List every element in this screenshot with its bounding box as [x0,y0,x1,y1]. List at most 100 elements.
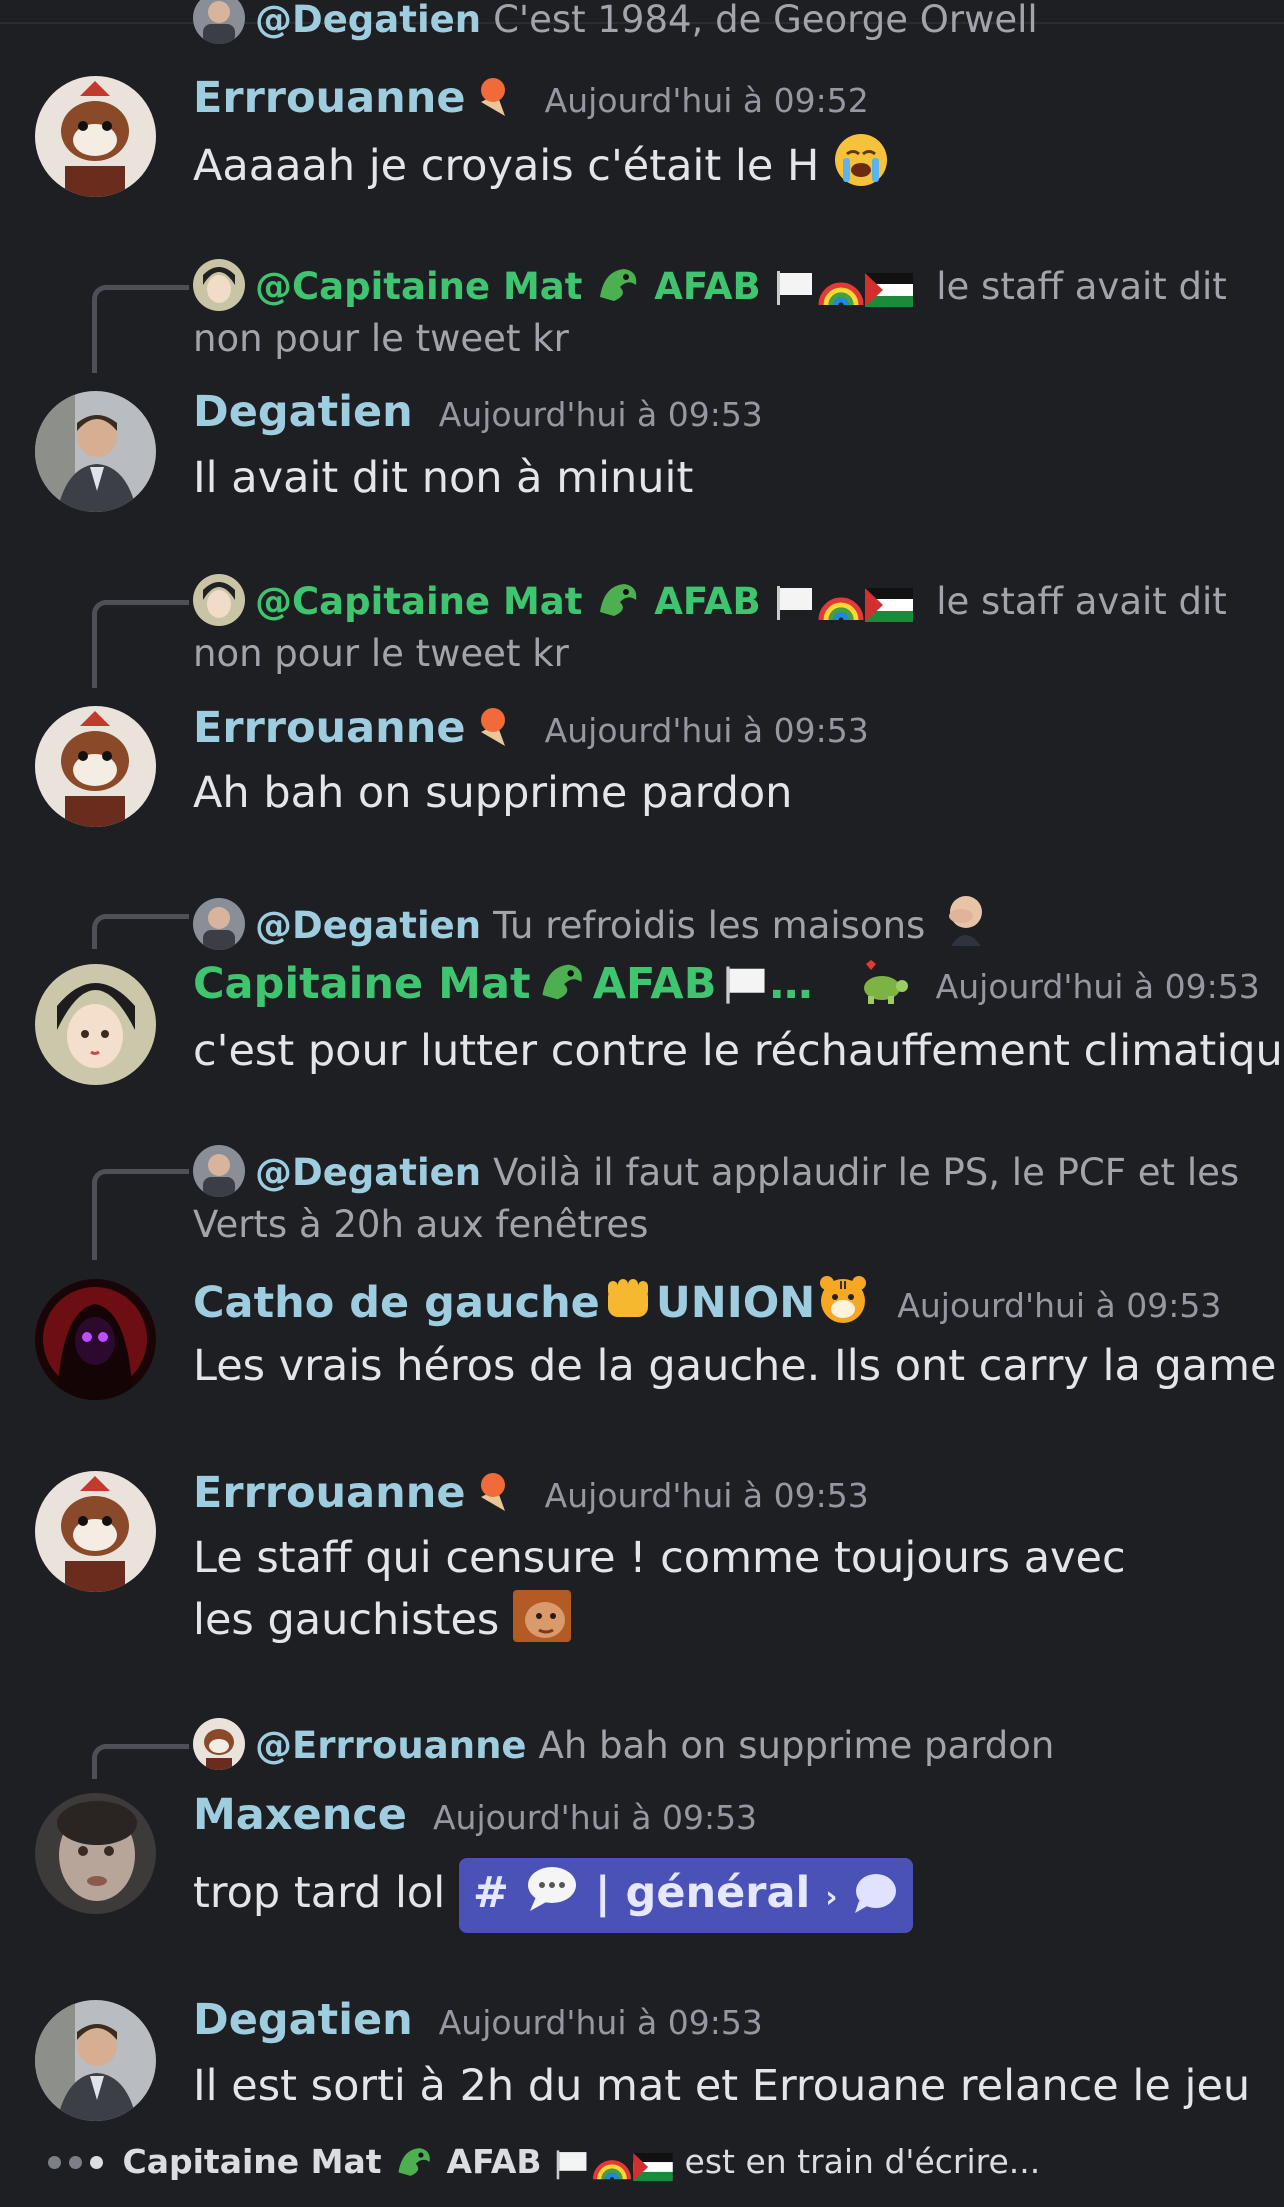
user-tag: AFAB [592,959,717,1009]
timestamp: Aujourd'hui à 09:53 [935,967,1260,1006]
avatar-errrouanne[interactable] [35,76,156,197]
reply-text: Ah bah on supprime pardon [538,1724,1055,1767]
white-flag-emoji [773,582,817,622]
ice-cream-emoji [471,72,519,120]
rainbow-emoji [817,582,865,622]
username[interactable]: Degatien [193,1995,413,2045]
name-ellipsis: … [769,959,813,1009]
ice-cream-emoji [471,1467,519,1515]
timestamp: Aujourd'hui à 09:53 [544,711,869,750]
avatar-capitaine-mat[interactable] [35,964,156,1085]
message-header: Degatien Aujourd'hui à 09:53 [193,1995,763,2045]
reply-username[interactable]: @Errrouanne [255,1724,527,1767]
rainbow-emoji [591,2147,633,2181]
message-header: Capitaine Mat AFAB … Aujourd'hui à 09:53 [193,958,1260,1009]
palestine-flag-emoji [864,273,913,307]
reply-user-tag: AFAB [654,265,761,308]
reply-spine [92,914,189,949]
typing-dot [48,2156,61,2169]
typing-user: Capitaine Mat [122,2142,382,2181]
mini-avatar-degatien [193,0,245,44]
username[interactable]: Errrouanne [193,703,466,753]
user-suffix: UNION [655,1278,816,1328]
dragon-emoji [536,958,588,1006]
reply-spine [92,1169,189,1260]
message-text: Aaaaah je croyais c'était le H [193,132,1253,197]
channel-link-general[interactable]: # | général › [458,1858,913,1933]
palestine-flag-emoji [864,588,913,622]
mini-avatar-degatien [193,1145,245,1197]
message-header: Catho de gauche UNION Aujourd'hui à 09:53 [193,1273,1221,1328]
reply-preview[interactable]: @Degatien Voilà il faut applaudir le PS, … [193,1145,1253,1251]
turtle-heart-emoji [854,958,910,1006]
timestamp: Aujourd'hui à 09:53 [438,395,763,434]
reply-preview[interactable]: @Errrouanne Ah bah on supprime pardon [193,1718,1054,1772]
typing-dot [90,2156,103,2169]
loudly-crying-emoji [833,132,889,188]
avatar-maxence[interactable] [35,1793,156,1914]
reply-spine [92,1744,189,1779]
dragon-emoji [594,263,642,307]
reply-username[interactable]: @Degatien [255,0,481,41]
reply-username[interactable]: @Degatien [255,904,481,947]
message-header: Errrouanne Aujourd'hui à 09:53 [193,1467,869,1518]
tiger-emoji [815,1273,871,1325]
reply-username[interactable]: @Degatien [255,1151,481,1194]
mini-avatar-capitaine-mat [193,574,245,626]
username[interactable]: Errrouanne [193,73,466,123]
username[interactable]: Errrouanne [193,1468,466,1518]
speech-balloon-icon [524,1863,580,1915]
username[interactable]: Capitaine Mat [193,959,531,1009]
avatar-errrouanne[interactable] [35,1471,156,1592]
username[interactable]: Maxence [193,1790,407,1840]
mini-avatar-errrouanne [193,1718,245,1770]
avatar-catho-de-gauche[interactable] [35,1279,156,1400]
raised-fist-emoji [600,1273,656,1325]
dragon-emoji [393,2143,435,2181]
reply-username[interactable]: @Capitaine Mat [255,265,582,308]
dragon-emoji [594,578,642,622]
timestamp: Aujourd'hui à 09:53 [432,1798,758,1837]
timestamp: Aujourd'hui à 09:53 [544,1476,869,1515]
avatar-errrouanne[interactable] [35,706,156,827]
typing-indicator: Capitaine Mat AFAB est en train d'écrire… [48,2142,1040,2181]
timestamp: Aujourd'hui à 09:53 [438,2003,763,2042]
username[interactable]: Degatien [193,387,413,437]
reply-username[interactable]: @Capitaine Mat [255,580,582,623]
avatar-degatien[interactable] [35,391,156,512]
typing-user-tag: AFAB [446,2142,542,2181]
message-header: Errrouanne Aujourd'hui à 09:52 [193,72,869,123]
message-text: c'est pour lutter contre le réchauffemen… [193,1026,1284,1076]
message-header: Maxence Aujourd'hui à 09:53 [193,1790,757,1840]
chat-view: @Degatien C'est 1984, de George Orwell Er… [0,0,1284,2207]
palestine-flag-emoji [633,2153,673,2181]
message-text: trop tard lol # | général › [193,1857,1253,1933]
mini-avatar-capitaine-mat [193,259,245,311]
username[interactable]: Catho de gauche [193,1278,600,1328]
typing-dot [69,2156,82,2169]
timestamp: Aujourd'hui à 09:53 [897,1286,1222,1325]
message-header: Degatien Aujourd'hui à 09:53 [193,387,763,437]
reply-preview[interactable]: @Capitaine Mat AFAB le staff avait dit n… [193,574,1253,680]
reply-spine [92,600,189,688]
white-flag-emoji [553,2147,591,2181]
message-text: Les vrais héros de la gauche. Ils ont ca… [193,1341,1277,1391]
message-text: Il avait dit non à minuit [193,453,694,503]
ice-cream-emoji [471,702,519,750]
reply-preview[interactable]: @Capitaine Mat AFAB le staff avait dit n… [193,259,1253,365]
reply-text: C'est 1984, de George Orwell [493,0,1038,41]
reply-preview[interactable]: @Degatien Tu refroidis les maisons [193,890,995,952]
reply-preview[interactable]: @Degatien C'est 1984, de George Orwell [193,0,1038,46]
message-text: Ah bah on supprime pardon [193,768,793,818]
white-flag-emoji [773,267,817,307]
message-text: Le staff qui censure ! comme toujours av… [193,1533,1126,1645]
old-man-face-emoji [513,1590,572,1642]
reply-user-tag: AFAB [654,580,761,623]
rainbow-emoji [817,267,865,307]
typing-text: est en train d'écrire... [684,2142,1041,2181]
mini-avatar-degatien [193,898,245,950]
white-flag-emoji [722,962,770,1006]
reply-spine [92,285,189,373]
avatar-degatien[interactable] [35,2000,156,2121]
timestamp: Aujourd'hui à 09:52 [544,81,869,120]
